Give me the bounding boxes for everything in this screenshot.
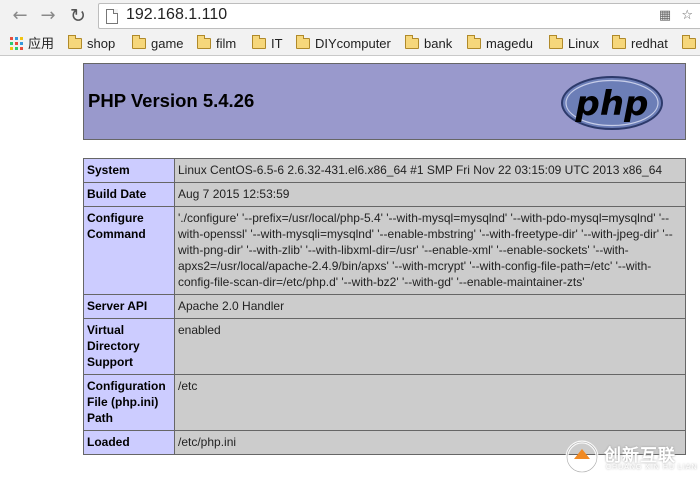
row-key-virtual-directory-support: Virtual Directory Support (83, 318, 175, 375)
bookmark-apps[interactable]: 应用 (10, 36, 54, 52)
bookmark-shop[interactable]: shop (68, 35, 115, 52)
browser-toolbar: ← → ↻ 192.168.1.110 ▦ ☆ (0, 0, 700, 32)
reload-icon[interactable]: ↻ (68, 6, 88, 26)
page-content: PHP Version 5.4.26 php System Linux Cent… (0, 57, 700, 482)
url-text[interactable]: 192.168.1.110 (126, 6, 227, 24)
php-logo-icon: php (561, 76, 663, 130)
row-key-loaded: Loaded (83, 430, 175, 455)
row-key-configure-command: Configure Command (83, 206, 175, 295)
bookmark-game[interactable]: game (132, 35, 184, 52)
watermark: 创新互联 CHUANG XIN HU LIAN (560, 437, 700, 482)
php-logo-text: php (575, 84, 649, 124)
watermark-logo-icon (565, 440, 599, 474)
bookmark-it[interactable]: IT (252, 35, 283, 52)
bookmark-linux[interactable]: Linux (549, 35, 599, 52)
bookmark-diycomputer[interactable]: DIYcomputer (296, 35, 391, 52)
folder-icon (68, 35, 82, 49)
table-row: Configure Command './configure' '--prefi… (83, 206, 686, 295)
php-header: PHP Version 5.4.26 php (83, 63, 686, 140)
watermark-subtext: CHUANG XIN HU LIAN (606, 464, 698, 471)
row-value-build-date: Aug 7 2015 12:53:59 (174, 182, 686, 207)
row-value-virtual-directory-support: enabled (174, 318, 686, 375)
apps-grid-icon (10, 37, 23, 50)
row-value-config-file-path: /etc (174, 374, 686, 431)
page-title: PHP Version 5.4.26 (88, 90, 255, 111)
back-arrow-icon[interactable]: ← (10, 6, 30, 26)
table-row: System Linux CentOS-6.5-6 2.6.32-431.el6… (83, 158, 686, 183)
row-value-server-api: Apache 2.0 Handler (174, 294, 686, 319)
folder-icon (405, 35, 419, 49)
row-value-system: Linux CentOS-6.5-6 2.6.32-431.el6.x86_64… (174, 158, 686, 183)
folder-icon (132, 35, 146, 49)
forward-arrow-icon[interactable]: → (38, 6, 58, 26)
bookmark-film[interactable]: film (197, 35, 236, 52)
bookmark-magedu[interactable]: magedu (467, 35, 533, 52)
folder-icon (296, 35, 310, 49)
bookmark-more[interactable] (682, 35, 700, 52)
row-value-configure-command: './configure' '--prefix=/usr/local/php-5… (174, 206, 686, 295)
bookmark-redhat[interactable]: redhat (612, 35, 668, 52)
bookmarks-bar: 应用 shop game film IT DIYcomputer bank ma… (0, 32, 700, 56)
address-bar[interactable]: 192.168.1.110 ▦ ☆ (98, 3, 700, 29)
table-row: Configuration File (php.ini) Path /etc (83, 374, 686, 431)
page-icon (106, 9, 118, 24)
php-info-table: System Linux CentOS-6.5-6 2.6.32-431.el6… (83, 158, 686, 455)
row-key-server-api: Server API (83, 294, 175, 319)
folder-icon (467, 35, 481, 49)
folder-icon (549, 35, 563, 49)
watermark-text: 创新互联 (604, 446, 676, 466)
folder-icon (197, 35, 211, 49)
table-row: Server API Apache 2.0 Handler (83, 294, 686, 319)
row-key-system: System (83, 158, 175, 183)
row-key-build-date: Build Date (83, 182, 175, 207)
table-row: Build Date Aug 7 2015 12:53:59 (83, 182, 686, 207)
folder-icon (252, 35, 266, 49)
folder-icon (612, 35, 626, 49)
star-icon[interactable]: ☆ (681, 8, 693, 23)
translate-icon[interactable]: ▦ (659, 8, 671, 23)
folder-icon (682, 35, 696, 49)
row-key-config-file-path: Configuration File (php.ini) Path (83, 374, 175, 431)
bookmark-bank[interactable]: bank (405, 35, 452, 52)
table-row: Virtual Directory Support enabled (83, 318, 686, 375)
